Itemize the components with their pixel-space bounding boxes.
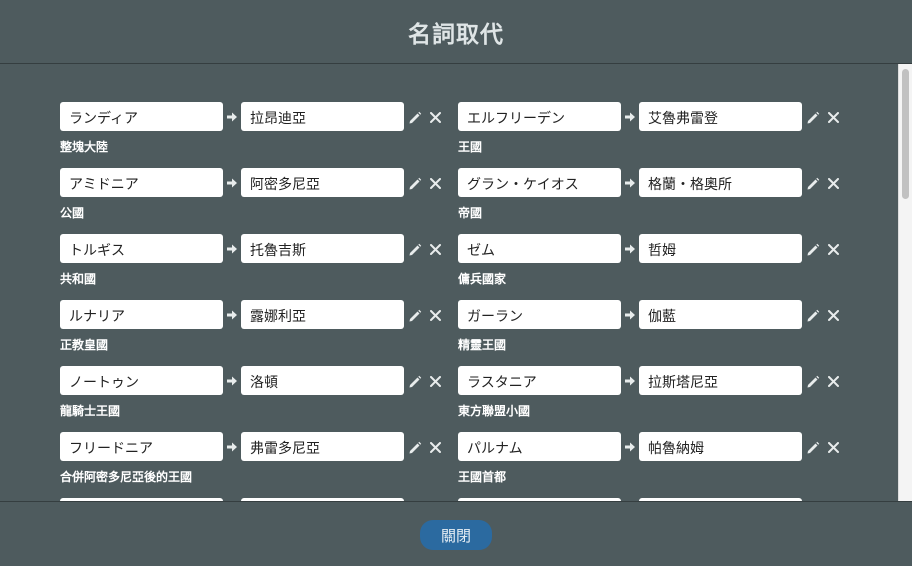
name-replacement-dialog: 名詞取代 ランディア 拉昂迪亞 整塊大陸 エルフリーデン 艾魯弗雷登 王國 アミ… xyxy=(0,0,912,566)
arrow-right-icon xyxy=(625,244,635,254)
source-term-field[interactable]: エルフリーデン xyxy=(458,102,621,131)
arrow-right-icon xyxy=(625,376,635,386)
source-term-field[interactable]: ラスタニア xyxy=(458,366,621,395)
replacement-term-field[interactable]: 格蘭・格奧所 xyxy=(639,168,802,197)
pencil-icon[interactable] xyxy=(806,441,820,455)
replacement-entry: グラン・ケイオス 格蘭・格奧所 帝國 xyxy=(458,168,839,228)
replacement-term-field[interactable]: 阿密多尼亞 xyxy=(241,168,404,197)
arrow-right-icon xyxy=(227,442,237,452)
close-icon[interactable] xyxy=(828,178,839,189)
vertical-scrollbar[interactable] xyxy=(898,64,912,501)
source-term-field[interactable]: ルナリア xyxy=(60,300,223,329)
arrow-right-icon xyxy=(227,244,237,254)
replacement-entry: ランディア 拉昂迪亞 整塊大陸 xyxy=(60,102,441,162)
entry-description: 東方聯盟小國 xyxy=(458,404,531,418)
replacement-term-field[interactable]: 洛頓 xyxy=(241,366,404,395)
source-term-field[interactable]: ノートゥン xyxy=(60,366,223,395)
pencil-icon[interactable] xyxy=(408,375,422,389)
pencil-icon[interactable] xyxy=(408,111,422,125)
entry-description: 正教皇國 xyxy=(60,338,109,352)
source-term-field[interactable]: トルギス xyxy=(60,234,223,263)
source-term-field[interactable]: フリードニア xyxy=(60,432,223,461)
pencil-icon[interactable] xyxy=(806,243,820,257)
arrow-right-icon xyxy=(625,310,635,320)
arrow-right-icon xyxy=(227,310,237,320)
source-term-field[interactable]: ゼム xyxy=(458,234,621,263)
replacement-entry: トルギス 托魯吉斯 共和國 xyxy=(60,234,441,294)
replacement-term-field[interactable]: 伽藍 xyxy=(639,300,802,329)
replacement-term-field[interactable]: 拉斯塔尼亞 xyxy=(639,366,802,395)
source-term-field[interactable]: パルナム xyxy=(458,432,621,461)
entry-description: 整塊大陸 xyxy=(60,140,109,154)
close-icon[interactable] xyxy=(828,112,839,123)
pencil-icon[interactable] xyxy=(408,243,422,257)
close-icon[interactable] xyxy=(828,442,839,453)
close-icon[interactable] xyxy=(828,244,839,255)
source-term-field[interactable]: ランディア xyxy=(60,102,223,131)
replacement-entry: フリードニア 弗雷多尼亞 合併阿密多尼亞後的王國 xyxy=(60,432,441,492)
pencil-icon[interactable] xyxy=(408,441,422,455)
replacement-term-field[interactable]: 弗雷多尼亞 xyxy=(241,432,404,461)
replacement-term-field[interactable]: 托魯吉斯 xyxy=(241,234,404,263)
replacement-entry: ルナリア 露娜利亞 正教皇國 xyxy=(60,300,441,360)
close-icon[interactable] xyxy=(430,310,441,321)
replacement-term-field[interactable]: 露娜利亞 xyxy=(241,300,404,329)
pencil-icon[interactable] xyxy=(806,309,820,323)
close-button[interactable]: 關閉 xyxy=(420,520,492,550)
replacement-term-field[interactable]: 艾魯弗雷登 xyxy=(639,102,802,131)
entry-description: 帝國 xyxy=(458,206,483,220)
dialog-header: 名詞取代 xyxy=(0,0,912,64)
replacement-term-field[interactable]: 帕魯納姆 xyxy=(639,432,802,461)
source-term-field[interactable]: グラン・ケイオス xyxy=(458,168,621,197)
replacement-term-field[interactable]: 拉昂迪亞 xyxy=(241,102,404,131)
replacement-entry: ゼム 哲姆 傭兵國家 xyxy=(458,234,839,294)
replacement-entry: パルナム 帕魯納姆 王國首都 xyxy=(458,432,839,492)
pencil-icon[interactable] xyxy=(408,309,422,323)
entry-description: 共和國 xyxy=(60,272,97,286)
pencil-icon[interactable] xyxy=(806,111,820,125)
arrow-right-icon xyxy=(625,112,635,122)
source-term-field[interactable]: アミドニア xyxy=(60,168,223,197)
arrow-right-icon xyxy=(227,178,237,188)
scrollbar-thumb[interactable] xyxy=(902,69,909,199)
source-term-field[interactable]: ガーラン xyxy=(458,300,621,329)
entry-description: 王國 xyxy=(458,140,483,154)
replacement-entry: ノートゥン 洛頓 龍騎士王國 xyxy=(60,366,441,426)
close-icon[interactable] xyxy=(828,376,839,387)
entry-description: 精靈王國 xyxy=(458,338,507,352)
replacement-entry: ガーラン 伽藍 精靈王國 xyxy=(458,300,839,360)
replacement-term-field[interactable]: 哲姆 xyxy=(639,234,802,263)
close-icon[interactable] xyxy=(430,178,441,189)
arrow-right-icon xyxy=(227,112,237,122)
close-icon[interactable] xyxy=(430,442,441,453)
entry-description: 龍騎士王國 xyxy=(60,404,121,418)
close-icon[interactable] xyxy=(430,112,441,123)
entry-description: 公國 xyxy=(60,206,85,220)
entry-description: 王國首都 xyxy=(458,470,507,484)
arrow-right-icon xyxy=(625,442,635,452)
arrow-right-icon xyxy=(227,376,237,386)
close-icon[interactable] xyxy=(430,244,441,255)
replacement-entry: ラスタニア 拉斯塔尼亞 東方聯盟小國 xyxy=(458,366,839,426)
close-icon[interactable] xyxy=(430,376,441,387)
pencil-icon[interactable] xyxy=(408,177,422,191)
replacement-entry: エルフリーデン 艾魯弗雷登 王國 xyxy=(458,102,839,162)
dialog-title: 名詞取代 xyxy=(408,22,504,48)
dialog-footer: 關閉 xyxy=(0,501,912,566)
pencil-icon[interactable] xyxy=(806,375,820,389)
entry-description: 傭兵國家 xyxy=(458,272,507,286)
entry-list[interactable]: ランディア 拉昂迪亞 整塊大陸 エルフリーデン 艾魯弗雷登 王國 アミドニア 阿… xyxy=(0,64,912,501)
entry-description: 合併阿密多尼亞後的王國 xyxy=(60,470,193,484)
pencil-icon[interactable] xyxy=(806,177,820,191)
replacement-entry: アミドニア 阿密多尼亞 公國 xyxy=(60,168,441,228)
close-icon[interactable] xyxy=(828,310,839,321)
arrow-right-icon xyxy=(625,178,635,188)
